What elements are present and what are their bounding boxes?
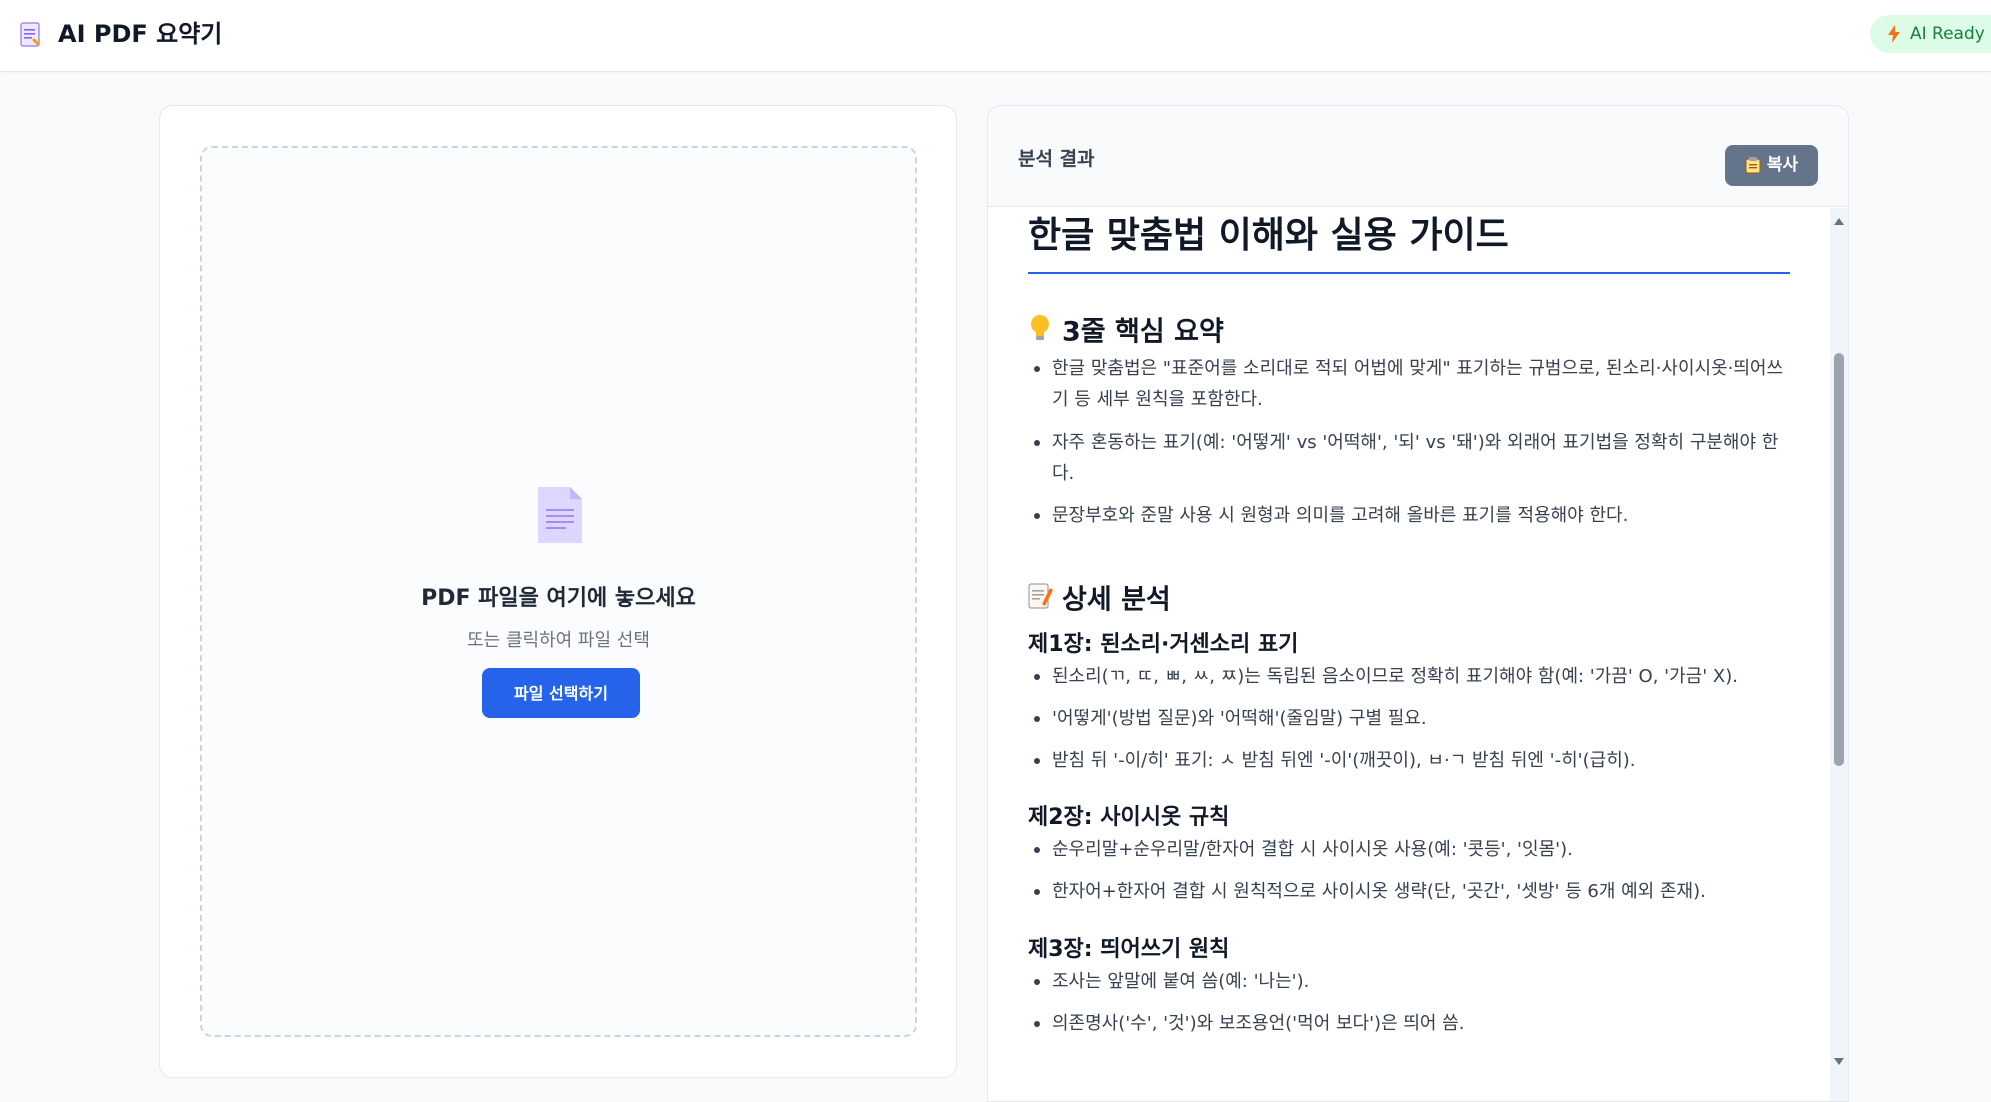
ai-status-label: AI Ready [1910,24,1985,44]
file-icon [538,487,582,543]
app-title: AI PDF 요약기 [58,20,223,48]
detail-heading-text: 상세 분석 [1062,584,1171,616]
summary-heading: 3줄 핵심 요약 [1028,314,1224,352]
chapter-item: 조사는 앞말에 붙여 씀(예: '나는'). [1028,966,1798,997]
app-header: AI PDF 요약기 AI Ready [0,0,1991,72]
chapter-title: 제3장: 띄어쓰기 원칙 [1028,937,1230,962]
document-title: 한글 맞춤법 이해와 실용 가이드 [1028,212,1790,274]
dropzone-subtitle: 또는 클릭하여 파일 선택 [467,630,650,651]
summary-item: 자주 혼동하는 표기(예: '어떻게' vs '어떡해', '되' vs '돼'… [1028,427,1798,489]
document-icon [20,22,40,47]
chapter-item: 된소리(ㄲ, ㄸ, ㅃ, ㅆ, ㅉ)는 독립된 음소이므로 정확히 표기해야 함… [1028,661,1798,692]
result-label: 분석 결과 [1018,148,1095,170]
chapter-item: 의존명사('수', '것')와 보조용언('먹어 보다')은 띄어 씀. [1028,1008,1798,1039]
summary-item: 문장부호와 준말 사용 시 원형과 의미를 고려해 올바른 표기를 적용해야 한… [1028,500,1798,531]
detail-heading: 상세 분석 [1028,582,1171,620]
summary-heading-text: 3줄 핵심 요약 [1062,316,1224,348]
scroll-up-arrow-icon[interactable] [1834,218,1844,225]
ai-status-badge: AI Ready [1870,15,1991,53]
chapter-title: 제2장: 사이시옷 규칙 [1028,805,1230,830]
scrollbar-thumb[interactable] [1834,353,1844,766]
copy-button-label: 복사 [1766,155,1799,175]
chapter-title: 제1장: 된소리·거센소리 표기 [1028,632,1299,657]
result-header: 분석 결과 복사 [988,106,1848,207]
upload-panel: PDF 파일을 여기에 놓으세요 또는 클릭하여 파일 선택 파일 선택하기 [159,105,957,1078]
select-file-button[interactable]: 파일 선택하기 [482,668,640,718]
result-panel: 분석 결과 복사 한글 맞춤법 이해와 실용 가이드 3줄 핵심 요약 한글 맞… [987,105,1849,1102]
memo-icon [1028,582,1062,620]
result-content[interactable]: 한글 맞춤법 이해와 실용 가이드 3줄 핵심 요약 한글 맞춤법은 "표준어를… [988,208,1848,1101]
chapter-item: 받침 뒤 '-이/히' 표기: ㅅ 받침 뒤엔 '-이'(깨끗이), ㅂ·ㄱ 받… [1028,745,1798,776]
clipboard-icon [1745,157,1761,174]
chapter-item: 한자어+한자어 결합 시 원칙적으로 사이시옷 생략(단, '곳간', '셋방'… [1028,876,1798,907]
pdf-dropzone[interactable]: PDF 파일을 여기에 놓으세요 또는 클릭하여 파일 선택 파일 선택하기 [200,146,917,1037]
result-scrollbar[interactable] [1830,208,1848,1101]
lightning-icon [1888,25,1900,43]
chapter-item: '어떻게'(방법 질문)와 '어떡해'(줄임말) 구별 필요. [1028,703,1798,734]
scroll-down-arrow-icon[interactable] [1834,1058,1844,1065]
chapter-item: 순우리말+순우리말/한자어 결합 시 사이시옷 사용(예: '콧등', '잇몸'… [1028,834,1798,865]
dropzone-title: PDF 파일을 여기에 놓으세요 [421,586,696,611]
copy-button[interactable]: 복사 [1725,145,1818,186]
lightbulb-icon [1028,314,1062,352]
summary-item: 한글 맞춤법은 "표준어를 소리대로 적되 어법에 맞게" 표기하는 규범으로,… [1028,353,1798,415]
